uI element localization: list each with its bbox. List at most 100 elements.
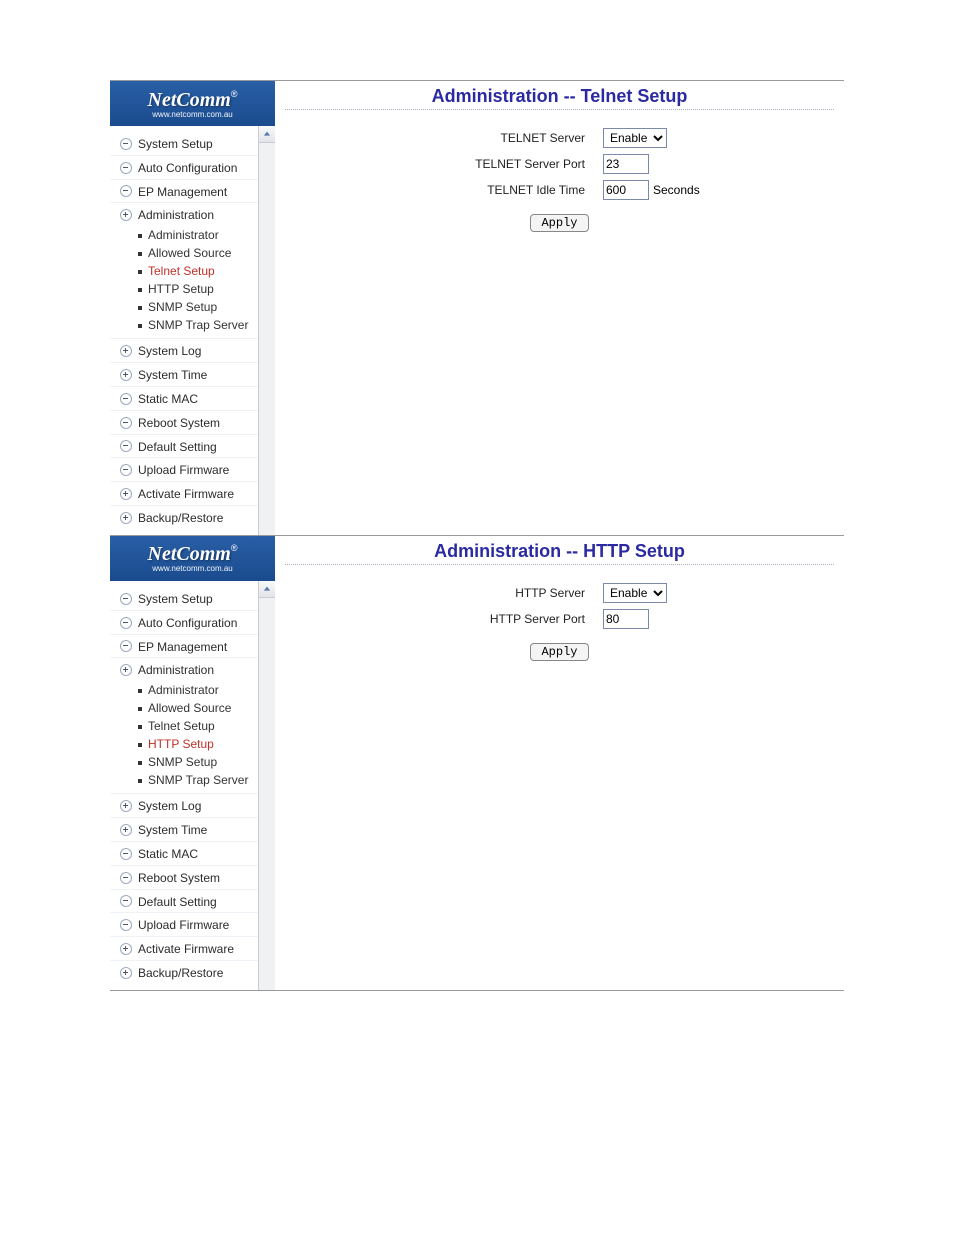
minus-icon	[120, 895, 132, 907]
content-area: Administration -- Telnet Setup TELNET Se…	[275, 81, 844, 535]
sidebar-item[interactable]: Reboot System	[110, 866, 258, 890]
scroll-up-button[interactable]	[259, 126, 275, 143]
scroll-track[interactable]	[259, 598, 275, 990]
sidebar-item[interactable]: System Setup	[110, 587, 258, 611]
scroll-up-button[interactable]	[259, 581, 275, 598]
sidebar-item[interactable]: System Log	[110, 794, 258, 818]
sidebar-item[interactable]: Auto Configuration	[110, 156, 258, 180]
sidebar-item-label: Auto Configuration	[138, 161, 237, 175]
telnet-server-select[interactable]: Enable	[603, 128, 667, 148]
plus-icon	[120, 800, 132, 812]
plus-icon	[120, 967, 132, 979]
logo: NetComm® www.netcomm.com.au	[110, 81, 275, 126]
scroll-track[interactable]	[259, 143, 275, 535]
sidebar-item-label: Static MAC	[138, 392, 198, 406]
sidebar-item[interactable]: AdministrationAdministratorAllowed Sourc…	[110, 658, 258, 794]
logo-reg: ®	[231, 543, 238, 553]
submenu-item[interactable]: Telnet Setup	[138, 717, 258, 735]
sidebar-item[interactable]: EP Management	[110, 635, 258, 659]
minus-icon	[120, 185, 132, 197]
sidebar-item[interactable]: Activate Firmware	[110, 482, 258, 506]
sidebar-item-label: System Setup	[138, 592, 213, 606]
plus-icon	[120, 345, 132, 357]
sidebar-item-label: Administration	[138, 208, 214, 222]
sidebar-item-label: Default Setting	[138, 894, 217, 908]
telnet-port-input[interactable]	[603, 154, 649, 174]
submenu-item[interactable]: SNMP Trap Server	[138, 771, 258, 789]
minus-icon	[120, 417, 132, 429]
sidebar-item[interactable]: Upload Firmware	[110, 458, 258, 482]
page-title: Administration -- HTTP Setup	[285, 541, 834, 562]
submenu-item[interactable]: Administrator	[138, 681, 258, 699]
submenu-item[interactable]: HTTP Setup	[138, 735, 258, 753]
submenu-item[interactable]: HTTP Setup	[138, 280, 258, 298]
http-port-label: HTTP Server Port	[285, 612, 603, 626]
telnet-idle-label: TELNET Idle Time	[285, 183, 603, 197]
sidebar-item[interactable]: Default Setting	[110, 890, 258, 914]
submenu-item[interactable]: Allowed Source	[138, 244, 258, 262]
plus-icon	[120, 369, 132, 381]
plus-icon	[120, 824, 132, 836]
sidebar-item[interactable]: Administration AdministratorAllowed Sourc…	[110, 203, 258, 339]
sidebar-item[interactable]: Backup/Restore	[110, 961, 258, 984]
minus-icon	[120, 138, 132, 150]
http-port-input[interactable]	[603, 609, 649, 629]
sidebar-item-label: Upload Firmware	[138, 918, 229, 932]
sidebar-item-label: Upload Firmware	[138, 463, 229, 477]
sidebar-item-label: EP Management	[138, 184, 227, 198]
sidebar-item-label: Static MAC	[138, 847, 198, 861]
sidebar-item[interactable]: Reboot System	[110, 411, 258, 435]
chevron-up-icon	[263, 130, 271, 138]
sidebar: NetComm® www.netcomm.com.au System Setup…	[110, 536, 275, 990]
scrollbar[interactable]	[258, 126, 275, 535]
sidebar-item-label: System Time	[138, 368, 207, 382]
http-server-select[interactable]: Enable	[603, 583, 667, 603]
telnet-idle-input[interactable]	[603, 180, 649, 200]
submenu-item[interactable]: Telnet Setup	[138, 262, 258, 280]
sidebar-item[interactable]: EP Management	[110, 180, 258, 204]
apply-button[interactable]: Apply	[530, 214, 588, 232]
sidebar-item-label: Backup/Restore	[138, 966, 223, 980]
submenu-item[interactable]: Administrator	[138, 226, 258, 244]
sidebar-item[interactable]: Activate Firmware	[110, 937, 258, 961]
sidebar-item[interactable]: Static MAC	[110, 387, 258, 411]
minus-icon	[120, 640, 132, 652]
minus-icon	[120, 593, 132, 605]
logo-url: www.netcomm.com.au	[152, 564, 232, 573]
sidebar-item-label: System Log	[138, 344, 201, 358]
apply-button[interactable]: Apply	[530, 643, 588, 661]
sidebar-item-label: Reboot System	[138, 416, 220, 430]
submenu-item[interactable]: SNMP Setup	[138, 298, 258, 316]
sidebar-item-label: System Time	[138, 823, 207, 837]
minus-icon	[120, 848, 132, 860]
sidebar-item[interactable]: Auto Configuration	[110, 611, 258, 635]
sidebar-item[interactable]: Default Setting	[110, 435, 258, 459]
submenu-item[interactable]: SNMP Setup	[138, 753, 258, 771]
sidebar-menu: System Setup Auto Configuration EP Managem…	[110, 581, 258, 990]
sidebar-item[interactable]: Static MAC	[110, 842, 258, 866]
plus-icon	[120, 488, 132, 500]
scrollbar[interactable]	[258, 581, 275, 990]
logo-brand: NetComm	[148, 89, 231, 111]
sidebar-item[interactable]: System Setup	[110, 132, 258, 156]
submenu-item[interactable]: SNMP Trap Server	[138, 316, 258, 334]
http-panel: NetComm® www.netcomm.com.au System Setup…	[110, 535, 844, 991]
submenu-item[interactable]: Allowed Source	[138, 699, 258, 717]
sidebar: NetComm® www.netcomm.com.au System Setup…	[110, 81, 275, 535]
sidebar-item[interactable]: Backup/Restore	[110, 506, 258, 529]
sidebar-item[interactable]: System Time	[110, 363, 258, 387]
plus-icon	[120, 512, 132, 524]
submenu: AdministratorAllowed SourceTelnet SetupH…	[120, 226, 258, 334]
page-title: Administration -- Telnet Setup	[285, 86, 834, 107]
sidebar-item-label: Default Setting	[138, 439, 217, 453]
sidebar-item[interactable]: System Time	[110, 818, 258, 842]
sidebar-item[interactable]: System Log	[110, 339, 258, 363]
telnet-idle-suffix: Seconds	[653, 183, 700, 197]
minus-icon	[120, 464, 132, 476]
sidebar-item-label: System Log	[138, 799, 201, 813]
sidebar-item-label: EP Management	[138, 639, 227, 653]
telnet-panel: NetComm® www.netcomm.com.au System Setup…	[110, 80, 844, 536]
sidebar-item-label: System Setup	[138, 137, 213, 151]
sidebar-item[interactable]: Upload Firmware	[110, 913, 258, 937]
http-server-label: HTTP Server	[285, 586, 603, 600]
